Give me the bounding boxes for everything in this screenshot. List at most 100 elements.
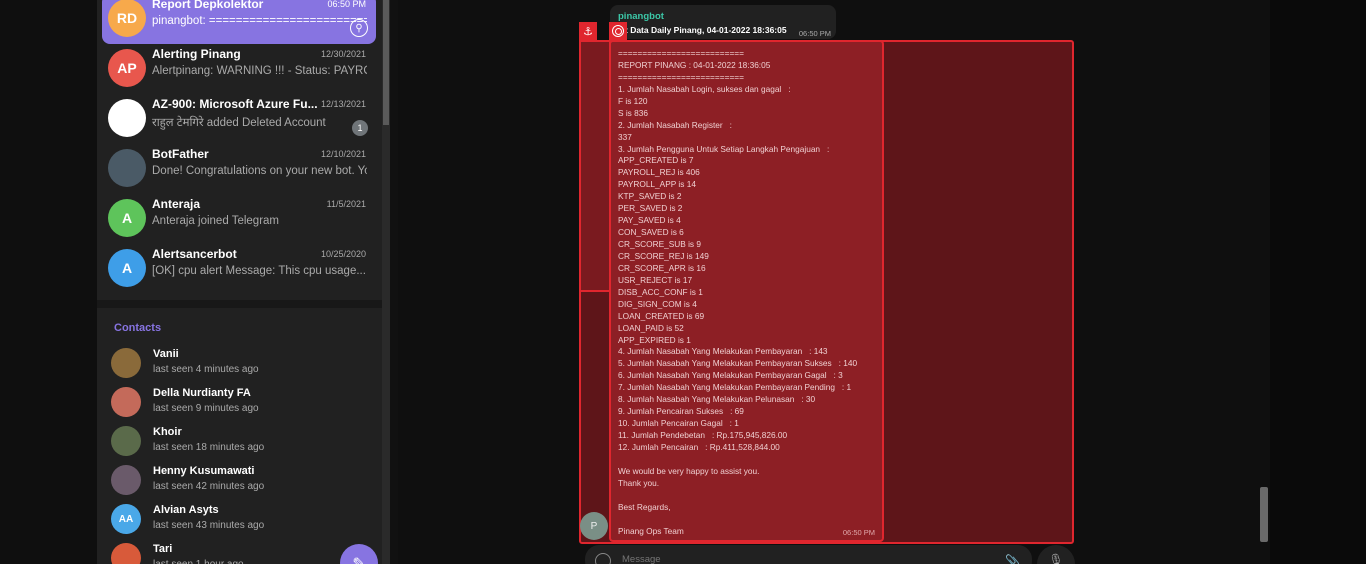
- avatar: [108, 149, 146, 187]
- chat-name: Alertsancerbot: [152, 247, 237, 261]
- message-line: PAY_SAVED is 4: [618, 215, 681, 226]
- contact-status: last seen 4 minutes ago: [153, 364, 259, 375]
- emoji-icon[interactable]: [595, 553, 611, 564]
- avatar: A: [108, 199, 146, 237]
- selection-gutter: [579, 40, 611, 292]
- chat-item[interactable]: A Anteraja 11/5/2021 Anteraja joined Telegr…: [102, 194, 376, 244]
- message-line: APP_EXPIRED is 1: [618, 334, 691, 345]
- avatar: [111, 543, 141, 564]
- chat-name: AZ-900: Microsoft Azure Fu...: [152, 97, 318, 111]
- contact-name: Della Nurdianty FA: [153, 387, 251, 399]
- chat-item[interactable]: A Alertsancerbot 10/25/2020 [OK] cpu alert …: [102, 244, 376, 294]
- chat-time: 12/13/2021: [320, 99, 366, 109]
- message-input[interactable]: [622, 554, 972, 564]
- report-message-bubble[interactable]: ========================== REPORT PINANG …: [609, 40, 884, 542]
- contact-status: last seen 9 minutes ago: [153, 403, 259, 414]
- message-line: CR_SCORE_SUB is 9: [618, 239, 701, 249]
- sender-avatar[interactable]: P: [580, 512, 608, 540]
- message-line: REPORT PINANG : 04-01-2022 18:36:05: [618, 59, 771, 70]
- message-body: ========================== REPORT PINANG …: [618, 48, 883, 537]
- avatar: AP: [108, 49, 146, 87]
- message-time: 06:50 PM: [842, 528, 875, 537]
- avatar: [111, 348, 141, 378]
- contact-status: last seen 43 minutes ago: [153, 520, 265, 531]
- message-line: F is 120: [618, 95, 648, 106]
- unread-badge: 1: [352, 120, 368, 136]
- message-line: ==========================: [618, 71, 744, 82]
- chat-item[interactable]: AP Alerting Pinang 12/30/2021 Alertpinang: …: [102, 44, 376, 94]
- chat-preview: Anteraja joined Telegram: [152, 215, 280, 227]
- telegram-app: RD Report Depkolektor 06:50 PM pinangbot: =…: [0, 0, 1366, 564]
- message-line: PAYROLL_APP is 14: [618, 179, 696, 190]
- message-line: 4. Jumlah Nasabah Yang Melakukan Pembaya…: [618, 346, 828, 357]
- section-divider: [97, 300, 382, 308]
- message-line: 6. Jumlah Nasabah Yang Melakukan Pembaya…: [618, 370, 843, 381]
- avatar: [108, 99, 146, 137]
- contact-status: last seen 42 minutes ago: [153, 481, 265, 492]
- message-line: We would be very happy to assist you.: [618, 465, 760, 476]
- message-line: 9. Jumlah Pencairan Sukses : 69: [618, 406, 744, 417]
- message-line: 11. Jumlah Pendebetan : Rp.175,945,826.0…: [618, 430, 788, 440]
- pencil-icon: ✎: [352, 553, 366, 564]
- avatar: AA: [111, 504, 141, 534]
- chat-preview: Done! Congratulations on your new bot. Y…: [152, 165, 367, 177]
- chat-name: Alerting Pinang: [152, 47, 241, 61]
- message-line: 12. Jumlah Pencairan : Rp.411,528,844.00: [618, 441, 780, 452]
- contact-name: Khoir: [153, 426, 182, 438]
- chat-item[interactable]: AZ-900: Microsoft Azure Fu... 12/13/2021 र…: [102, 94, 376, 144]
- message-line: 3. Jumlah Pengguna Untuk Setiap Langkah …: [618, 143, 830, 154]
- message-text: t Data Daily Pinang, 04-01-2022 18:36:05: [625, 25, 787, 35]
- message-line: 2. Jumlah Nasabah Register :: [618, 119, 732, 130]
- contact-name: Vanii: [153, 348, 179, 360]
- message-line: [618, 514, 883, 526]
- message-line: 5. Jumlah Nasabah Yang Melakukan Pembaya…: [618, 358, 858, 369]
- pin-icon: ⚲: [350, 19, 368, 37]
- avatar: [111, 465, 141, 495]
- message-line: LOAN_CREATED is 69: [618, 310, 705, 321]
- message-line: KTP_SAVED is 2: [618, 191, 682, 202]
- message-composer: 📎: [585, 545, 1032, 564]
- contact-name: Henny Kusumawati: [153, 465, 255, 477]
- target-icon: [609, 22, 627, 40]
- message-time: 06:50 PM: [798, 29, 831, 38]
- contacts-heading: Contacts: [114, 322, 162, 334]
- message-line: 8. Jumlah Nasabah Yang Melakukan Pelunas…: [618, 394, 816, 405]
- avatar: A: [108, 249, 146, 287]
- chat-time: 12/10/2021: [320, 149, 366, 159]
- contact-name: Tari: [153, 543, 173, 555]
- chat-name: Anteraja: [152, 197, 201, 211]
- chat-time: 12/30/2021: [320, 49, 366, 59]
- chat-preview: pinangbot: ==========================: [152, 15, 367, 27]
- message-line: PAYROLL_REJ is 406: [618, 167, 700, 178]
- contact-item[interactable]: Della Nurdianty FA last seen 9 minutes ag…: [102, 384, 376, 423]
- contact-item[interactable]: Khoir last seen 18 minutes ago: [102, 423, 376, 462]
- chat-preview: Alertpinang: WARNING !!! - Status: PAYRO…: [152, 65, 367, 77]
- chat-time: 10/25/2020: [320, 249, 366, 259]
- previous-message[interactable]: pinangbot t Data Daily Pinang, 04-01-202…: [610, 5, 836, 39]
- message-sender: pinangbot: [618, 11, 664, 22]
- contact-item[interactable]: Henny Kusumawati last seen 42 minutes ago: [102, 462, 376, 501]
- chat-preview: राहुल टेमगिरे added Deleted Account: [152, 117, 326, 129]
- chat-item[interactable]: BotFather 12/10/2021 Done! Congratulations…: [102, 144, 376, 194]
- contact-item[interactable]: Vanii last seen 4 minutes ago: [102, 345, 376, 384]
- panel-gap: [390, 0, 398, 564]
- attach-icon[interactable]: 📎: [1005, 554, 1020, 564]
- message-line: DIG_SIGN_COM is 4: [618, 298, 697, 309]
- chat-list-panel: RD Report Depkolektor 06:50 PM pinangbot: =…: [97, 0, 382, 564]
- message-line: DISB_ACC_CONF is 1: [618, 286, 703, 297]
- message-line: CR_SCORE_REJ is 149: [618, 250, 709, 261]
- chat-list-scrollbar[interactable]: [382, 0, 390, 564]
- avatar: RD: [108, 0, 146, 37]
- message-line: S is 836: [618, 107, 648, 118]
- microphone-icon: 🎙: [1048, 553, 1064, 564]
- contact-item[interactable]: Tari last seen 1 hour ago: [102, 540, 376, 564]
- conversation-scrollbar-thumb[interactable]: [1260, 487, 1268, 542]
- chat-item[interactable]: RD Report Depkolektor 06:50 PM pinangbot: =…: [102, 0, 376, 44]
- scrollbar-thumb[interactable]: [383, 0, 389, 125]
- chat-time: 06:50 PM: [327, 0, 366, 9]
- chat-preview: [OK] cpu alert Message: This cpu usage..…: [152, 265, 366, 277]
- contact-item[interactable]: AA Alvian Asyts last seen 43 minutes ago: [102, 501, 376, 540]
- message-line: LOAN_PAID is 52: [618, 322, 684, 333]
- message-line: [618, 490, 883, 502]
- message-line: PER_SAVED is 2: [618, 203, 683, 214]
